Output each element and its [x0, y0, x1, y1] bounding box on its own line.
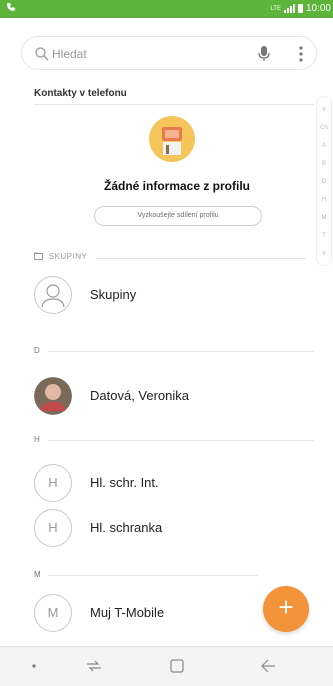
phone-icon: [6, 2, 16, 15]
section-letter: H: [34, 435, 40, 444]
index-letter[interactable]: H: [317, 197, 331, 203]
section-letter: D: [34, 346, 40, 355]
divider: [48, 575, 258, 576]
add-contact-button[interactable]: +: [263, 586, 309, 632]
microphone-icon[interactable]: [256, 45, 272, 63]
back-icon[interactable]: [258, 657, 278, 675]
index-letter[interactable]: #: [317, 107, 331, 113]
recent-apps-icon[interactable]: [84, 657, 104, 675]
index-letter[interactable]: B: [317, 161, 331, 167]
contact-name: Hl. schr. Int.: [90, 475, 159, 490]
group-name: Skupiny: [90, 287, 137, 302]
search-bar[interactable]: Hledat: [21, 36, 317, 70]
contact-name: Datová, Veronika: [90, 388, 190, 403]
alphabet-index[interactable]: # Ch A B D H M T #: [316, 96, 332, 266]
groups-header: SKUPINY: [34, 252, 87, 261]
signal-icon: [283, 4, 295, 13]
contact-row[interactable]: H Hl. schranka: [34, 509, 314, 549]
battery-icon: [297, 4, 303, 13]
divider: [34, 104, 314, 105]
profile-title: Žádné informace z profilu: [103, 179, 250, 193]
contact-initial-avatar: H: [34, 509, 72, 547]
index-letter[interactable]: A: [317, 143, 331, 149]
status-bar: LTE 10:00: [0, 0, 333, 18]
plus-icon: +: [278, 592, 294, 622]
network-type: LTE: [270, 5, 281, 12]
divider: [48, 351, 314, 352]
contact-row[interactable]: Datová, Veronika: [34, 377, 314, 417]
divider: [96, 258, 306, 259]
share-profile-button[interactable]: Vyzkoušejte sdílení profilu: [94, 206, 262, 226]
index-letter[interactable]: Ch: [317, 125, 331, 131]
search-input[interactable]: Hledat: [52, 47, 87, 61]
more-vert-icon[interactable]: [298, 45, 304, 63]
dot-indicator-icon: [32, 664, 36, 668]
groups-row[interactable]: Skupiny: [34, 276, 314, 316]
contact-name: Hl. schranka: [90, 520, 163, 535]
navigation-bar: [0, 646, 333, 686]
contact-initial-avatar: H: [34, 464, 72, 502]
divider: [48, 440, 314, 441]
section-title: Kontakty v telefonu: [34, 88, 127, 99]
profile-avatar[interactable]: [149, 116, 195, 162]
contact-initial-avatar: M: [34, 594, 72, 632]
contact-photo: [34, 377, 72, 415]
clock: 10:00: [305, 3, 331, 14]
index-letter[interactable]: #: [317, 251, 331, 257]
contact-name: Muj T-Mobile: [90, 605, 165, 620]
groups-icon: [34, 252, 43, 260]
home-icon[interactable]: [168, 657, 186, 675]
section-letter: M: [34, 570, 41, 579]
group-avatar-icon: [34, 276, 72, 314]
index-letter[interactable]: D: [317, 179, 331, 185]
search-icon: [35, 47, 49, 61]
index-letter[interactable]: T: [317, 233, 331, 239]
contact-row[interactable]: H Hl. schr. Int.: [34, 464, 314, 504]
index-letter[interactable]: M: [317, 215, 331, 221]
groups-header-label: SKUPINY: [48, 252, 88, 261]
